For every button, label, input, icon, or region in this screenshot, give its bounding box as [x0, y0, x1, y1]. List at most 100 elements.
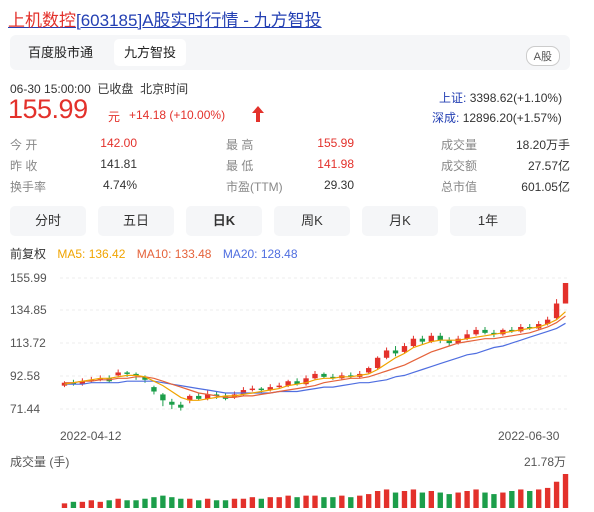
volume-bar	[303, 495, 309, 508]
volume-bar	[204, 498, 211, 508]
stat-value-high: 155.99	[317, 136, 354, 150]
volume-bar	[124, 500, 130, 508]
volume-bar	[115, 498, 121, 508]
volume-bar	[482, 492, 488, 508]
period-daily-k[interactable]: 日K	[186, 206, 262, 236]
kline-chart[interactable]	[0, 270, 594, 426]
candle-body	[401, 346, 408, 352]
volume-bar	[70, 501, 77, 508]
candle-body	[392, 350, 399, 354]
period-intraday[interactable]: 分时	[10, 206, 86, 236]
up-arrow-icon	[252, 106, 264, 122]
candle-body	[383, 350, 390, 358]
timezone-label: 北京时间	[140, 82, 189, 96]
volume-bar	[321, 497, 327, 508]
ma5-line	[64, 311, 566, 401]
stat-value-prev-close: 141.81	[100, 157, 137, 171]
candle-body	[312, 373, 318, 379]
period-monthly-k[interactable]: 月K	[362, 206, 438, 236]
stock-title-rest: [603185]A股实时行情 - 九方智投	[76, 11, 322, 30]
stat-value-turnover-amount: 27.57亿	[527, 159, 570, 173]
candle-body	[258, 388, 264, 391]
candle-body	[196, 395, 202, 399]
volume-bar	[348, 497, 354, 508]
volume-bar	[527, 491, 533, 508]
candle-body	[115, 372, 121, 376]
stat-value-turnover-rate: 4.74%	[102, 178, 137, 192]
volume-bar	[222, 500, 229, 508]
volume-bar	[455, 492, 461, 508]
ma10-value: MA10: 133.48	[136, 247, 212, 261]
stat-value-low: 141.98	[317, 157, 354, 171]
volume-bar	[437, 492, 443, 508]
volume-bar	[312, 495, 318, 508]
volume-bar	[88, 500, 94, 508]
page-title[interactable]: 上机数控[603185]A股实时行情 - 九方智投	[8, 6, 322, 31]
candle-body	[124, 372, 130, 374]
stat-label-open: 今 开	[10, 138, 38, 152]
volume-bar	[428, 491, 434, 508]
volume-bar	[536, 489, 542, 508]
volume-bar	[61, 503, 68, 508]
stat-value-volume: 18.20万手	[515, 138, 570, 152]
volume-bar	[258, 498, 264, 508]
index-shanghai[interactable]: 上证: 3398.62(+1.10%)	[439, 89, 562, 106]
volume-chart	[61, 474, 569, 508]
volume-bar	[142, 498, 148, 508]
volume-bar	[213, 500, 220, 508]
ma-legend: 前复权 MA5: 136.42 MA10: 133.48 MA20: 128.4…	[10, 245, 298, 262]
volume-bar	[285, 495, 291, 508]
market-status: 已收盘	[97, 82, 134, 96]
volume-bar	[240, 498, 247, 508]
candle-body	[321, 373, 327, 377]
index-label: 上证:	[439, 91, 467, 105]
volume-bar	[231, 498, 238, 508]
tab-baidu-stock[interactable]: 百度股市通	[18, 39, 103, 66]
current-price: 155.99	[8, 94, 88, 124]
volume-bar	[97, 501, 103, 508]
volume-bar	[410, 489, 417, 508]
volume-bar	[339, 495, 345, 508]
candle-body	[366, 368, 372, 373]
stock-name: 上机数控	[8, 11, 76, 30]
volume-bar	[79, 501, 86, 508]
volume-bar	[473, 489, 479, 508]
tab-jiufang[interactable]: 九方智投	[114, 39, 187, 66]
stat-label-prev-close: 昨 收	[10, 159, 38, 173]
stat-label-turnover-amount: 成交额	[441, 159, 478, 173]
period-one-year[interactable]: 1年	[450, 206, 526, 236]
volume-bar	[187, 498, 193, 508]
candle-body	[276, 385, 282, 388]
volume-bar	[500, 492, 506, 508]
volume-bar	[160, 495, 166, 508]
volume-bar	[276, 497, 282, 508]
volume-bar	[151, 497, 157, 508]
stat-value-pe: 29.30	[323, 178, 354, 192]
candle-body	[249, 388, 256, 391]
volume-bar	[106, 500, 112, 508]
index-shenzhen[interactable]: 深成: 12896.20(+1.57%)	[432, 109, 562, 126]
price-unit: 元	[108, 110, 121, 124]
candle-body	[562, 282, 569, 304]
ma20-value: MA20: 128.48	[222, 247, 298, 261]
candle-body	[410, 338, 417, 347]
ma20-line	[64, 322, 566, 394]
volume-bar	[553, 481, 560, 508]
ma5-value: MA5: 136.42	[57, 247, 126, 261]
market-badge[interactable]: A股	[525, 46, 560, 66]
period-weekly-k[interactable]: 周K	[274, 206, 350, 236]
candle-body	[473, 329, 479, 335]
candle-body	[160, 394, 166, 401]
source-tab-bar: 百度股市通 九方智投 A股	[10, 35, 570, 70]
period-five-day[interactable]: 五日	[98, 206, 174, 236]
x-label-end: 2022-06-30	[498, 429, 560, 443]
volume-bar	[383, 489, 390, 508]
adjust-mode[interactable]: 前复权	[10, 247, 46, 261]
index-label: 深成:	[432, 111, 460, 125]
volume-bar	[509, 491, 515, 508]
volume-bar	[518, 489, 524, 508]
volume-bar	[169, 497, 175, 508]
volume-bar	[562, 474, 569, 508]
volume-bar	[294, 497, 300, 508]
stat-label-high: 最 高	[226, 138, 254, 152]
